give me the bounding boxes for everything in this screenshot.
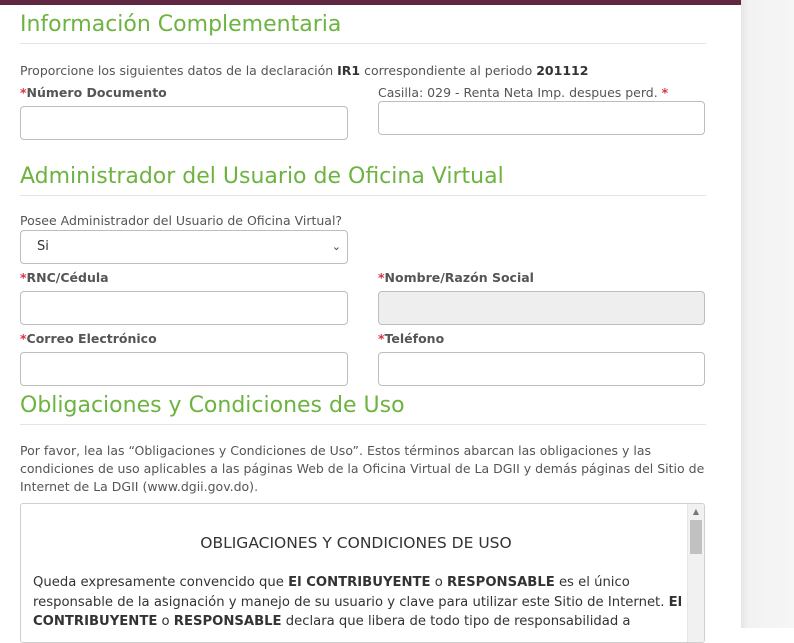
terms-scrollbar[interactable]: ▲ [687, 504, 704, 642]
telefono-input[interactable] [378, 352, 705, 386]
top-accent-bar [0, 0, 741, 5]
numero-documento-text: Número Documento [26, 85, 167, 100]
terms-scroll-box[interactable]: OBLIGACIONES Y CONDICIONES DE USO Queda … [20, 503, 705, 643]
telefono-label: *Teléfono [378, 331, 444, 347]
numero-documento-label: *Número Documento [20, 85, 167, 101]
administrador-question: Posee Administrador del Usuario de Ofici… [20, 213, 343, 228]
chevron-down-icon: ⌄ [331, 240, 341, 253]
correo-label: *Correo Electrónico [20, 331, 157, 347]
scroll-up-arrow-icon[interactable]: ▲ [688, 504, 704, 520]
casilla-label: Casilla: 029 - Renta Neta Imp. despues p… [378, 85, 668, 101]
correo-electronico-input[interactable] [20, 352, 348, 386]
intro-prefix: Proporcione los siguientes datos de la d… [20, 63, 338, 78]
casilla-029-input[interactable] [378, 101, 705, 135]
declaration-period: 201112 [536, 63, 589, 78]
section-title-administrador: Administrador del Usuario de Oficina Vir… [20, 164, 706, 196]
rnc-label: *RNC/Cédula [20, 270, 109, 286]
terms-text: declara que libera de todo tipo de respo… [281, 614, 631, 629]
required-mark: * [661, 85, 669, 100]
terms-text: Queda expresamente convencido que [33, 575, 289, 590]
intro-middle: correspondiente al periodo [360, 63, 537, 78]
nombre-razon-social-input [378, 291, 705, 325]
rnc-cedula-input[interactable] [20, 291, 348, 325]
scrollbar-thumb[interactable] [690, 520, 702, 554]
page-side-gutter [741, 0, 794, 628]
terms-title: OBLIGACIONES Y CONDICIONES DE USO [200, 534, 512, 552]
obligaciones-intro: Por favor, lea las “Obligaciones y Condi… [20, 443, 705, 494]
section-title-informacion: Información Complementaria [20, 12, 706, 44]
terms-bold: RESPONSABLE [447, 575, 555, 590]
declaration-form-code: IR1 [337, 63, 361, 78]
nombre-label: *Nombre/Razón Social [378, 270, 534, 286]
terms-text: o [430, 575, 447, 590]
rnc-text: RNC/Cédula [26, 270, 109, 285]
terms-body: Queda expresamente convencido que El CON… [33, 573, 685, 632]
administrador-select-value: Si [37, 239, 49, 254]
terms-bold: El CONTRIBUYENTE [288, 575, 431, 590]
terms-text: o [157, 614, 174, 629]
terms-bold: RESPONSABLE [173, 614, 282, 629]
correo-text: Correo Electrónico [26, 331, 157, 346]
declaration-intro: Proporcione los siguientes datos de la d… [20, 62, 710, 80]
numero-documento-input[interactable] [20, 106, 348, 140]
casilla-text: Casilla: 029 - Renta Neta Imp. despues p… [378, 85, 662, 100]
telefono-text: Teléfono [384, 331, 445, 346]
section-title-obligaciones: Obligaciones y Condiciones de Uso [20, 393, 706, 425]
administrador-select[interactable]: Si ⌄ [20, 230, 348, 264]
nombre-text: Nombre/Razón Social [384, 270, 534, 285]
